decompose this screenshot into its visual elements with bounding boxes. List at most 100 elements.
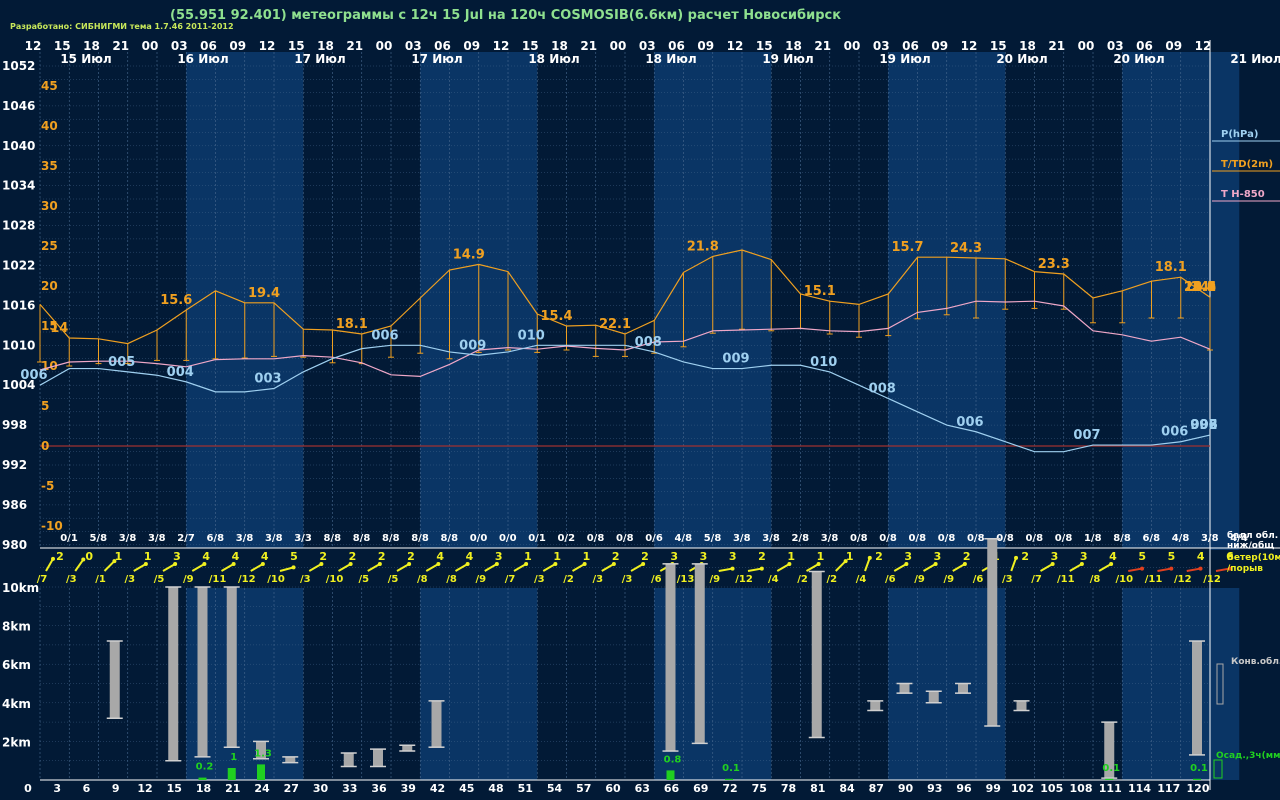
wind-gust-label: /8 bbox=[417, 574, 428, 585]
cloud-amount-label: 3/8 bbox=[762, 533, 780, 544]
time-label: 00 bbox=[376, 39, 393, 53]
cloud-column bbox=[226, 587, 237, 748]
hour-tick: 84 bbox=[839, 782, 855, 795]
hour-tick: 96 bbox=[956, 782, 972, 795]
wind-gust-label: /3 bbox=[66, 574, 77, 585]
wind-legend: Ветер(10м) bbox=[1227, 553, 1280, 563]
legend-label: T/TD(2m) bbox=[1221, 159, 1273, 170]
time-label: 21 bbox=[814, 39, 831, 53]
convective-legend: Конв.обл. bbox=[1231, 656, 1280, 667]
time-label: 09 bbox=[697, 39, 714, 53]
hour-tick: 6 bbox=[83, 782, 91, 795]
date-label: 19 Июл bbox=[879, 52, 930, 66]
date-label: 15 Июл bbox=[60, 52, 111, 66]
height-tick: 8km bbox=[2, 620, 31, 634]
precip-bar bbox=[1193, 778, 1201, 780]
wind-speed-label: 2 bbox=[758, 550, 766, 563]
cloud-amount-label: 0/2 bbox=[557, 533, 575, 544]
hour-tick: 15 bbox=[167, 782, 182, 795]
cloud-column bbox=[197, 587, 208, 757]
time-label: 03 bbox=[171, 39, 188, 53]
hour-tick: 102 bbox=[1011, 782, 1034, 795]
time-label: 03 bbox=[405, 39, 422, 53]
wind-speed-label: 5 bbox=[1138, 550, 1146, 563]
time-label: 09 bbox=[229, 39, 246, 53]
hour-tick: 18 bbox=[196, 782, 211, 795]
pressure-data-label: 010 bbox=[810, 355, 837, 370]
time-label: 15 bbox=[54, 39, 71, 53]
hour-tick: 24 bbox=[254, 782, 270, 795]
wind-speed-label: 4 bbox=[261, 550, 269, 563]
wind-gust-label: /12 bbox=[735, 574, 753, 585]
cloud-amount-label: 3/8 bbox=[119, 533, 137, 544]
cloud-amount-label: 3/8 bbox=[265, 533, 283, 544]
wind-speed-label: 2 bbox=[378, 550, 386, 563]
temperature-data-label: 14.9 bbox=[453, 247, 485, 262]
time-label: 09 bbox=[463, 39, 480, 53]
hour-tick: 36 bbox=[371, 782, 387, 795]
date-label: 16 Июл bbox=[177, 52, 228, 66]
cloud-amount-label: 3/8 bbox=[148, 533, 166, 544]
wind-gust-label: /13 bbox=[677, 574, 695, 585]
pressure-data-label: 007 bbox=[1073, 428, 1100, 443]
cloud-column bbox=[870, 700, 881, 711]
cloud-amount-label: 4/8 bbox=[1172, 533, 1190, 544]
cloud-column bbox=[343, 752, 354, 767]
cloud-amount-label: 0/8 bbox=[1055, 533, 1073, 544]
wind-speed-label: 2 bbox=[1021, 550, 1029, 563]
hour-tick: 9 bbox=[112, 782, 120, 795]
time-label: 21 bbox=[580, 39, 597, 53]
cloud-column bbox=[928, 691, 939, 703]
wind-speed-label: 3 bbox=[904, 550, 912, 563]
cloud-column bbox=[373, 749, 383, 767]
wind-arrow-head bbox=[291, 565, 296, 570]
pressure-tick: 998 bbox=[2, 418, 27, 432]
temp-tick: 40 bbox=[41, 119, 58, 133]
cloud-column bbox=[665, 563, 676, 752]
cloud-amount-label: 8/8 bbox=[353, 533, 371, 544]
cloud-amount-label: 3/8 bbox=[236, 533, 254, 544]
wind-gust-label: /10 bbox=[267, 574, 285, 585]
cloud-column bbox=[1192, 641, 1202, 755]
temperature-data-label: 15.7 bbox=[891, 240, 923, 255]
wind-gust-label: /3 bbox=[622, 574, 633, 585]
date-label: 20 Июл bbox=[996, 52, 1047, 66]
temperature-data-label: 22.1 bbox=[599, 317, 631, 332]
height-tick: 6km bbox=[2, 658, 31, 672]
pressure-tick: 1016 bbox=[2, 298, 35, 312]
height-tick: 2km bbox=[2, 735, 31, 749]
hour-tick: 30 bbox=[313, 782, 329, 795]
cloud-column bbox=[285, 756, 296, 763]
hour-tick: 33 bbox=[342, 782, 357, 795]
time-label: 15 bbox=[756, 39, 773, 53]
wind-speed-label: 2 bbox=[407, 550, 415, 563]
cloud-amount-label: 0/8 bbox=[908, 533, 926, 544]
hour-tick: 12 bbox=[137, 782, 152, 795]
wind-arrow-head bbox=[1014, 555, 1019, 560]
time-label: 12 bbox=[727, 39, 744, 53]
hour-tick: 114 bbox=[1128, 782, 1151, 795]
pressure-tick: 980 bbox=[2, 538, 27, 552]
hour-tick: 39 bbox=[401, 782, 416, 795]
date-label: 20 Июл bbox=[1113, 52, 1164, 66]
wind-gust-label: /7 bbox=[505, 574, 516, 585]
time-label: 00 bbox=[1078, 39, 1095, 53]
wind-arrow-head bbox=[730, 566, 735, 571]
wind-speed-label: 4 bbox=[232, 550, 240, 563]
wind-gust-label: /12 bbox=[1203, 574, 1221, 585]
precip-legend: Осад.,3ч(мм) bbox=[1216, 751, 1280, 761]
wind-speed-label: 0 bbox=[85, 550, 93, 563]
wind-gust-label: /9 bbox=[943, 574, 954, 585]
pressure-data-label: 006 bbox=[20, 368, 47, 383]
hour-tick: 60 bbox=[605, 782, 621, 795]
wind-speed-label: 3 bbox=[173, 550, 181, 563]
wind-gust-label: /3 bbox=[1002, 574, 1013, 585]
wind-legend: /порыв bbox=[1227, 564, 1263, 574]
cloud-column bbox=[431, 700, 442, 748]
time-label: 15 bbox=[288, 39, 305, 53]
pressure-data-label: 009 bbox=[459, 338, 486, 353]
wind-arrow-head bbox=[1169, 566, 1174, 571]
cloud-column bbox=[811, 571, 822, 738]
pressure-data-label: 006 bbox=[371, 328, 398, 343]
wind-gust-label: /5 bbox=[154, 574, 165, 585]
